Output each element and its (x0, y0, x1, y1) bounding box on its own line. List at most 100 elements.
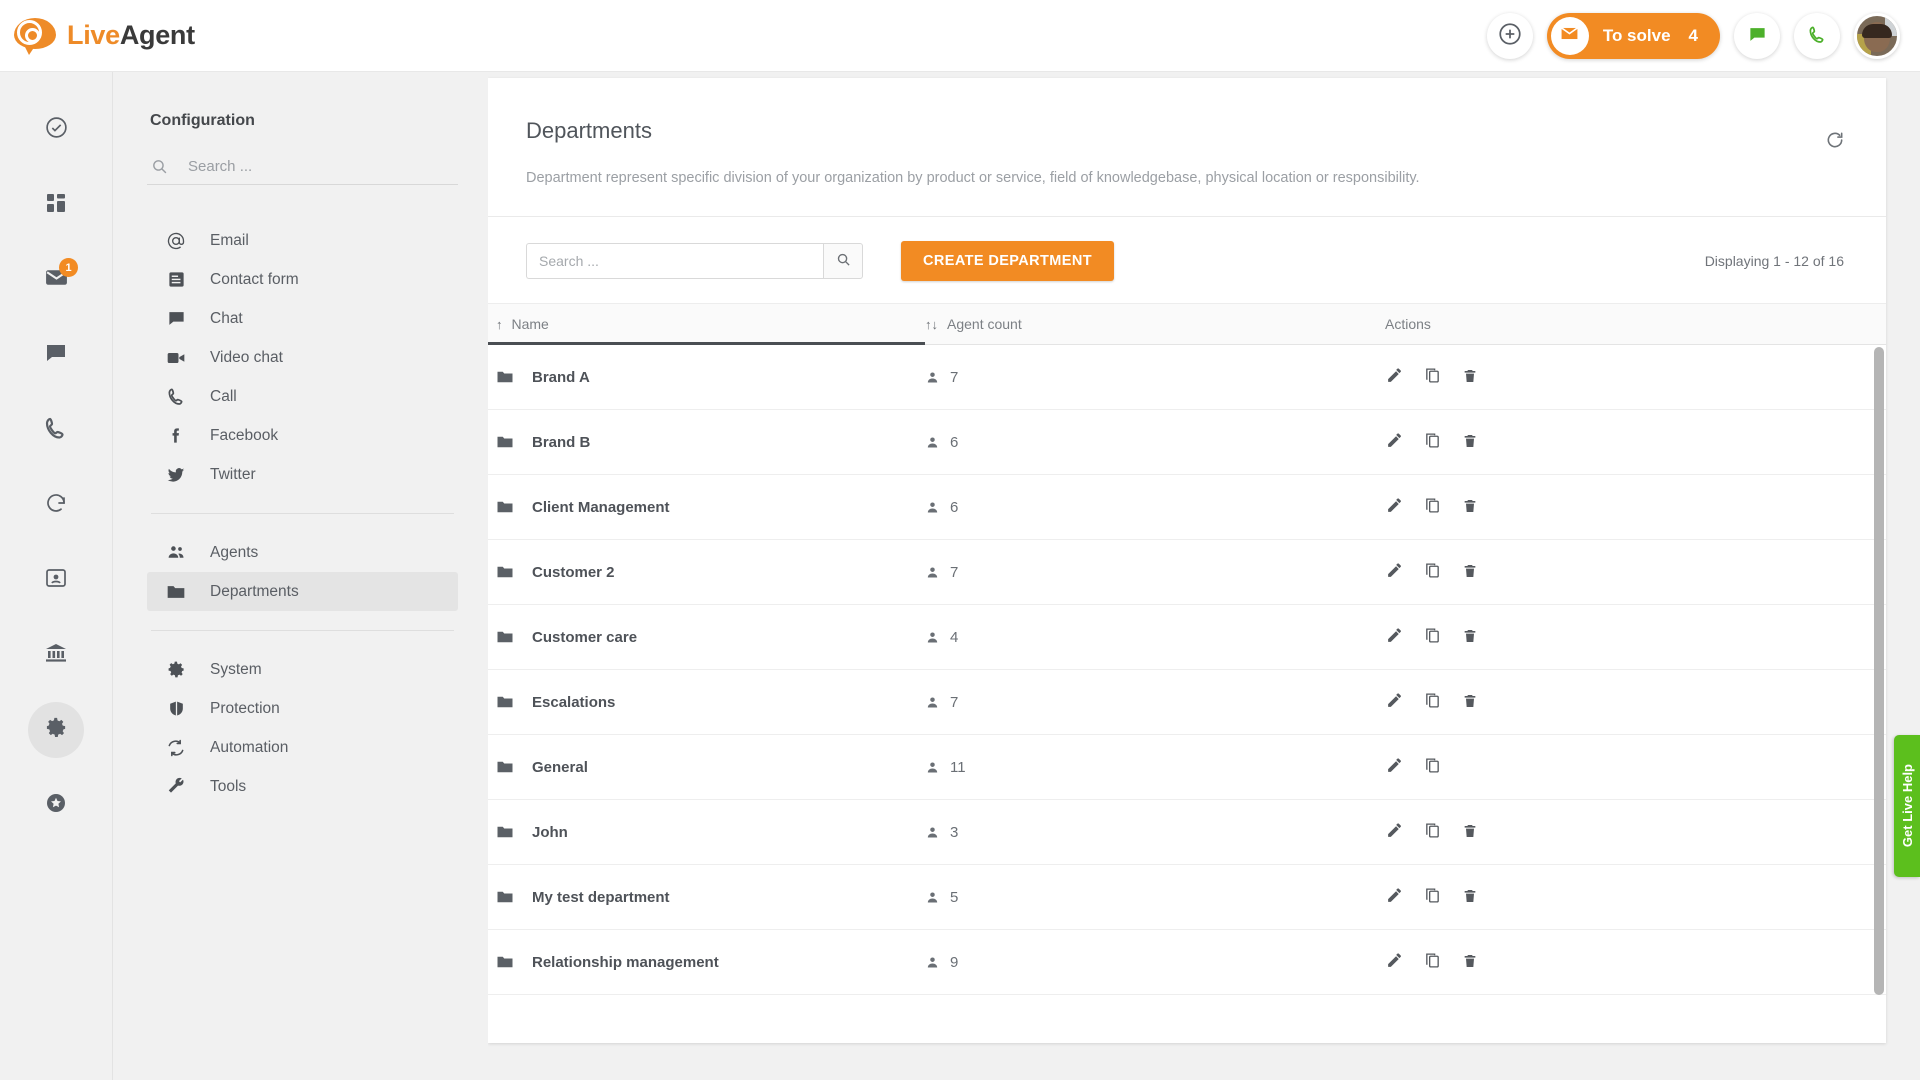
delete-button[interactable] (1459, 626, 1481, 648)
delete-button[interactable] (1459, 366, 1481, 388)
edit-button[interactable] (1383, 886, 1405, 908)
table-row[interactable]: Brand A7 (488, 345, 1886, 410)
sidebar-item-agents[interactable]: Agents (147, 533, 458, 572)
delete-button[interactable] (1459, 951, 1481, 973)
person-icon (925, 565, 940, 580)
rail-item-calls[interactable] (28, 402, 84, 458)
sidebar-search-input[interactable] (188, 158, 454, 175)
table-row[interactable]: Customer 27 (488, 540, 1886, 605)
duplicate-button[interactable] (1421, 951, 1443, 973)
envelope-icon (1560, 24, 1579, 48)
rail-item-bank[interactable] (28, 627, 84, 683)
folder-icon (496, 368, 514, 386)
trash-icon (1462, 888, 1478, 907)
delete-button[interactable] (1459, 496, 1481, 518)
create-department-button[interactable]: CREATE DEPARTMENT (901, 241, 1114, 281)
sidebar-item-chat[interactable]: Chat (147, 299, 458, 338)
delete-button[interactable] (1459, 691, 1481, 713)
person-icon (925, 630, 940, 645)
call-button[interactable] (1794, 13, 1840, 59)
sidebar-item-automation[interactable]: Automation (147, 728, 458, 767)
delete-button[interactable] (1459, 821, 1481, 843)
column-header-name[interactable]: ↑ Name (488, 303, 925, 345)
duplicate-button[interactable] (1421, 691, 1443, 713)
search-input[interactable] (526, 243, 823, 279)
sidebar-item-departments[interactable]: Departments (147, 572, 458, 611)
cell-actions (1375, 951, 1886, 973)
table-scrollbar[interactable] (1874, 347, 1884, 995)
delete-button[interactable] (1459, 431, 1481, 453)
rail-item-contacts[interactable] (28, 552, 84, 608)
edit-button[interactable] (1383, 691, 1405, 713)
rail-item-activity[interactable] (28, 477, 84, 533)
table-row[interactable]: My test department5 (488, 865, 1886, 930)
departments-search[interactable] (526, 243, 863, 279)
configuration-sidebar: Configuration Email Contact form (114, 72, 488, 1080)
column-header-agent-count[interactable]: ↑↓ Agent count (925, 303, 1375, 345)
sidebar-search[interactable] (147, 158, 458, 185)
duplicate-button[interactable] (1421, 561, 1443, 583)
edit-button[interactable] (1383, 951, 1405, 973)
edit-button[interactable] (1383, 496, 1405, 518)
table-row[interactable]: Brand B6 (488, 410, 1886, 475)
rail-item-tickets[interactable] (28, 102, 84, 158)
duplicate-button[interactable] (1421, 821, 1443, 843)
rail-item-email[interactable]: 1 (28, 252, 84, 308)
delete-button[interactable] (1459, 561, 1481, 583)
cell-department-name: Brand A (488, 368, 925, 386)
edit-button[interactable] (1383, 366, 1405, 388)
chat-bubble-icon (1748, 25, 1767, 47)
sidebar-item-tools[interactable]: Tools (147, 767, 458, 806)
edit-button[interactable] (1383, 431, 1405, 453)
sidebar-item-system[interactable]: System (147, 650, 458, 689)
person-icon (925, 695, 940, 710)
cell-actions (1375, 821, 1886, 843)
duplicate-button[interactable] (1421, 626, 1443, 648)
table-row[interactable]: Customer care4 (488, 605, 1886, 670)
table-row[interactable]: Relationship management9 (488, 930, 1886, 995)
sidebar-item-twitter[interactable]: Twitter (147, 455, 458, 494)
person-icon (925, 500, 940, 515)
search-icon (836, 252, 851, 270)
table-row[interactable]: John3 (488, 800, 1886, 865)
rail-item-favorites[interactable] (28, 777, 84, 833)
phone-icon (44, 416, 68, 445)
edit-button[interactable] (1383, 756, 1405, 778)
sidebar-item-facebook[interactable]: Facebook (147, 416, 458, 455)
sidebar-item-video-chat[interactable]: Video chat (147, 338, 458, 377)
table-row[interactable]: Escalations7 (488, 670, 1886, 735)
delete-button[interactable] (1459, 886, 1481, 908)
refresh-icon (1825, 130, 1845, 153)
duplicate-button[interactable] (1421, 366, 1443, 388)
edit-button[interactable] (1383, 821, 1405, 843)
search-button[interactable] (823, 243, 863, 279)
to-solve-button[interactable]: To solve 4 (1547, 13, 1720, 59)
sidebar-item-label: Chat (210, 310, 243, 328)
rail-item-settings[interactable] (28, 702, 84, 758)
sidebar-item-call[interactable]: Call (147, 377, 458, 416)
table-row[interactable]: General11 (488, 735, 1886, 800)
sidebar-item-protection[interactable]: Protection (147, 689, 458, 728)
chat-button[interactable] (1734, 13, 1780, 59)
duplicate-button[interactable] (1421, 886, 1443, 908)
facebook-icon (165, 426, 187, 445)
add-new-button[interactable] (1487, 13, 1533, 59)
avatar[interactable] (1854, 13, 1900, 59)
duplicate-button[interactable] (1421, 431, 1443, 453)
table-row[interactable]: Client Management6 (488, 475, 1886, 540)
edit-button[interactable] (1383, 561, 1405, 583)
sidebar-item-contact-form[interactable]: Contact form (147, 260, 458, 299)
to-solve-label: To solve (1603, 26, 1671, 46)
folder-icon (496, 888, 514, 906)
edit-button[interactable] (1383, 626, 1405, 648)
duplicate-button[interactable] (1421, 756, 1443, 778)
cell-agent-count: 7 (925, 369, 1375, 386)
refresh-button[interactable] (1818, 124, 1852, 158)
rail-item-chat[interactable] (28, 327, 84, 383)
duplicate-button[interactable] (1421, 496, 1443, 518)
sidebar-item-email[interactable]: Email (147, 221, 458, 260)
chat-bubble-icon (165, 309, 187, 328)
app-logo[interactable]: LiveAgent (14, 16, 195, 56)
get-live-help-tab[interactable]: Get Live Help (1894, 735, 1920, 877)
rail-item-dashboard[interactable] (28, 177, 84, 233)
